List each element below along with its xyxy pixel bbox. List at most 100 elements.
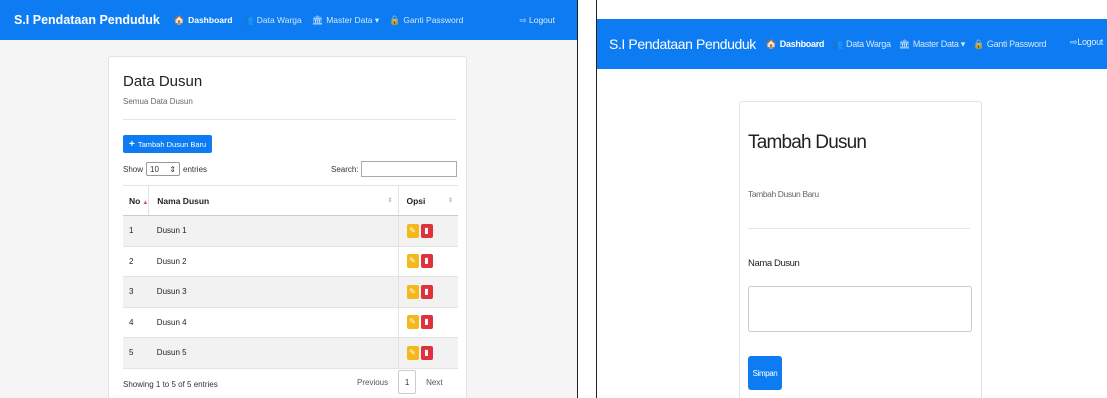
sort-icon: ⇕ xyxy=(447,198,453,204)
home-icon: 🏠 xyxy=(173,14,186,25)
trash-icon: ▮ xyxy=(424,225,429,235)
previous-button[interactable]: Previous xyxy=(357,378,388,387)
page-button[interactable]: 1 xyxy=(398,370,417,394)
trash-icon: ▮ xyxy=(424,317,429,327)
row-actions: ✎ ▮ xyxy=(397,307,458,338)
wrench-icon: ✎ xyxy=(409,286,416,296)
table-info: Showing 1 to 5 of 5 entries xyxy=(123,380,218,389)
divider xyxy=(123,119,456,120)
show-label: Show xyxy=(123,164,144,174)
row-name: Dusun 5 xyxy=(148,337,398,369)
row-no: 2 xyxy=(123,246,149,277)
next-button[interactable]: Next xyxy=(426,378,442,387)
logout-icon: ⇨ xyxy=(519,15,529,25)
bank-icon: 🏛 xyxy=(311,14,324,25)
users-icon: 👥 xyxy=(242,14,254,25)
nav-label: Master Data ▾ xyxy=(912,38,965,49)
delete-button[interactable]: ▮ xyxy=(420,254,433,269)
column-label: Opsi xyxy=(406,195,426,206)
column-header-opsi[interactable]: Opsi ⇕ xyxy=(397,185,458,216)
edit-button[interactable]: ✎ xyxy=(406,254,419,269)
dusun-table: No ▲ Nama Dusun ⇕ Opsi ⇕ 1 Dusun 1 ✎ ▮ 2 Dus… xyxy=(123,185,458,369)
wrench-icon: ✎ xyxy=(409,256,416,266)
row-actions: ✎ ▮ xyxy=(397,337,458,369)
form-title: Tambah Dusun xyxy=(748,132,867,153)
row-actions: ✎ ▮ xyxy=(397,276,458,308)
nav-item-master-data[interactable]: 🏛 Master Data ▾ xyxy=(898,38,966,50)
row-name: Dusun 4 xyxy=(148,307,398,338)
nav-label: Data Warga xyxy=(256,15,302,25)
row-actions: ✎ ▮ xyxy=(397,246,458,277)
divider xyxy=(748,228,970,229)
column-header-no[interactable]: No ▲ xyxy=(123,185,149,216)
table-row: 5 Dusun 5 ✎ ▮ xyxy=(123,337,458,369)
logout-label: Logout xyxy=(529,15,555,25)
column-header-nama-dusun[interactable]: Nama Dusun ⇕ xyxy=(148,185,398,216)
page-subtitle: Semua Data Dusun xyxy=(123,97,193,106)
nama-dusun-input[interactable] xyxy=(748,286,972,332)
nav-label: Master Data ▾ xyxy=(326,14,380,25)
nav-item-dashboard[interactable]: 🏠 Dashboard xyxy=(766,39,825,50)
search-input[interactable] xyxy=(361,161,457,177)
edit-button[interactable]: ✎ xyxy=(406,284,419,299)
lock-icon: 🔒 xyxy=(972,38,984,49)
navbar: S.I Pendataan Penduduk 🏠 Dashboard 👥 Dat… xyxy=(0,0,577,40)
nav-label: Data Warga xyxy=(846,39,891,49)
dusun-card: Data Dusun Semua Data Dusun + Tambah Dus… xyxy=(108,56,467,398)
data-dusun-screen: S.I Pendataan Penduduk 🏠 Dashboard 👥 Dat… xyxy=(0,0,578,398)
updown-icon: ⇕ xyxy=(169,164,177,174)
nav-item-master-data[interactable]: 🏛 Master Data ▾ xyxy=(312,15,379,26)
delete-button[interactable]: ▮ xyxy=(420,284,433,299)
trash-icon: ▮ xyxy=(424,347,429,357)
nav-item-data-warga[interactable]: 👥 Data Warga xyxy=(243,15,302,26)
delete-button[interactable]: ▮ xyxy=(420,345,433,360)
nav-item-ganti-password[interactable]: 🔒 Ganti Password xyxy=(389,15,463,26)
row-no: 3 xyxy=(123,276,149,308)
pagination: Previous 1 Next xyxy=(357,370,443,394)
tambah-dusun-card: Tambah Dusun Tambah Dusun Baru Nama Dusu… xyxy=(739,101,982,398)
row-no: 4 xyxy=(123,307,149,338)
delete-button[interactable]: ▮ xyxy=(420,223,433,238)
row-no: 1 xyxy=(123,215,149,247)
logout-label: Logout xyxy=(1077,37,1103,47)
delete-button[interactable]: ▮ xyxy=(420,315,433,330)
edit-button[interactable]: ✎ xyxy=(406,345,419,360)
entries-label: entries xyxy=(183,164,208,174)
row-actions: ✎ ▮ xyxy=(397,215,458,247)
bank-icon: 🏛 xyxy=(898,38,910,49)
nama-dusun-label: Nama Dusun xyxy=(748,258,800,269)
logout-link[interactable]: ⇨Logout xyxy=(1070,37,1103,48)
entries-length: Show 10 ⇕ entries xyxy=(123,162,207,176)
logout-link[interactable]: ⇨ Logout xyxy=(520,15,555,26)
search-label: Search: xyxy=(331,165,359,174)
table-row: 1 Dusun 1 ✎ ▮ xyxy=(123,215,458,247)
users-icon: 👥 xyxy=(832,38,844,49)
row-no: 5 xyxy=(123,337,149,369)
edit-button[interactable]: ✎ xyxy=(406,223,419,238)
column-label: Nama Dusun xyxy=(157,195,210,206)
navbar: S.I Pendataan Penduduk 🏠 Dashboard 👥 Dat… xyxy=(597,19,1107,69)
nav-item-dashboard[interactable]: 🏠 Dashboard xyxy=(174,15,233,26)
tambah-dusun-screen: S.I Pendataan Penduduk 🏠 Dashboard 👥 Dat… xyxy=(596,0,1107,398)
nav-label: Dashboard xyxy=(188,15,233,25)
row-name: Dusun 1 xyxy=(148,215,398,247)
row-name: Dusun 2 xyxy=(148,246,398,277)
trash-icon: ▮ xyxy=(424,286,429,296)
edit-button[interactable]: ✎ xyxy=(406,315,419,330)
plus-icon: + xyxy=(129,138,135,150)
entries-select[interactable]: 10 ⇕ xyxy=(146,162,181,176)
navbar-brand[interactable]: S.I Pendataan Penduduk xyxy=(14,13,160,27)
table-header-row: No ▲ Nama Dusun ⇕ Opsi ⇕ xyxy=(123,185,458,216)
simpan-button[interactable]: Simpan xyxy=(748,356,782,390)
navbar-brand[interactable]: S.I Pendataan Penduduk xyxy=(609,36,756,52)
add-dusun-button[interactable]: + Tambah Dusun Baru xyxy=(123,135,213,153)
wrench-icon: ✎ xyxy=(409,225,416,235)
nav-item-ganti-password[interactable]: 🔒 Ganti Password xyxy=(972,38,1047,50)
table-row: 4 Dusun 4 ✎ ▮ xyxy=(123,307,458,338)
nav-label: Ganti Password xyxy=(403,15,464,25)
page-title: Data Dusun xyxy=(123,73,203,90)
nav-item-data-warga[interactable]: 👥 Data Warga xyxy=(832,39,891,50)
wrench-icon: ✎ xyxy=(409,317,416,327)
trash-icon: ▮ xyxy=(424,256,429,266)
entries-value: 10 xyxy=(150,164,159,174)
